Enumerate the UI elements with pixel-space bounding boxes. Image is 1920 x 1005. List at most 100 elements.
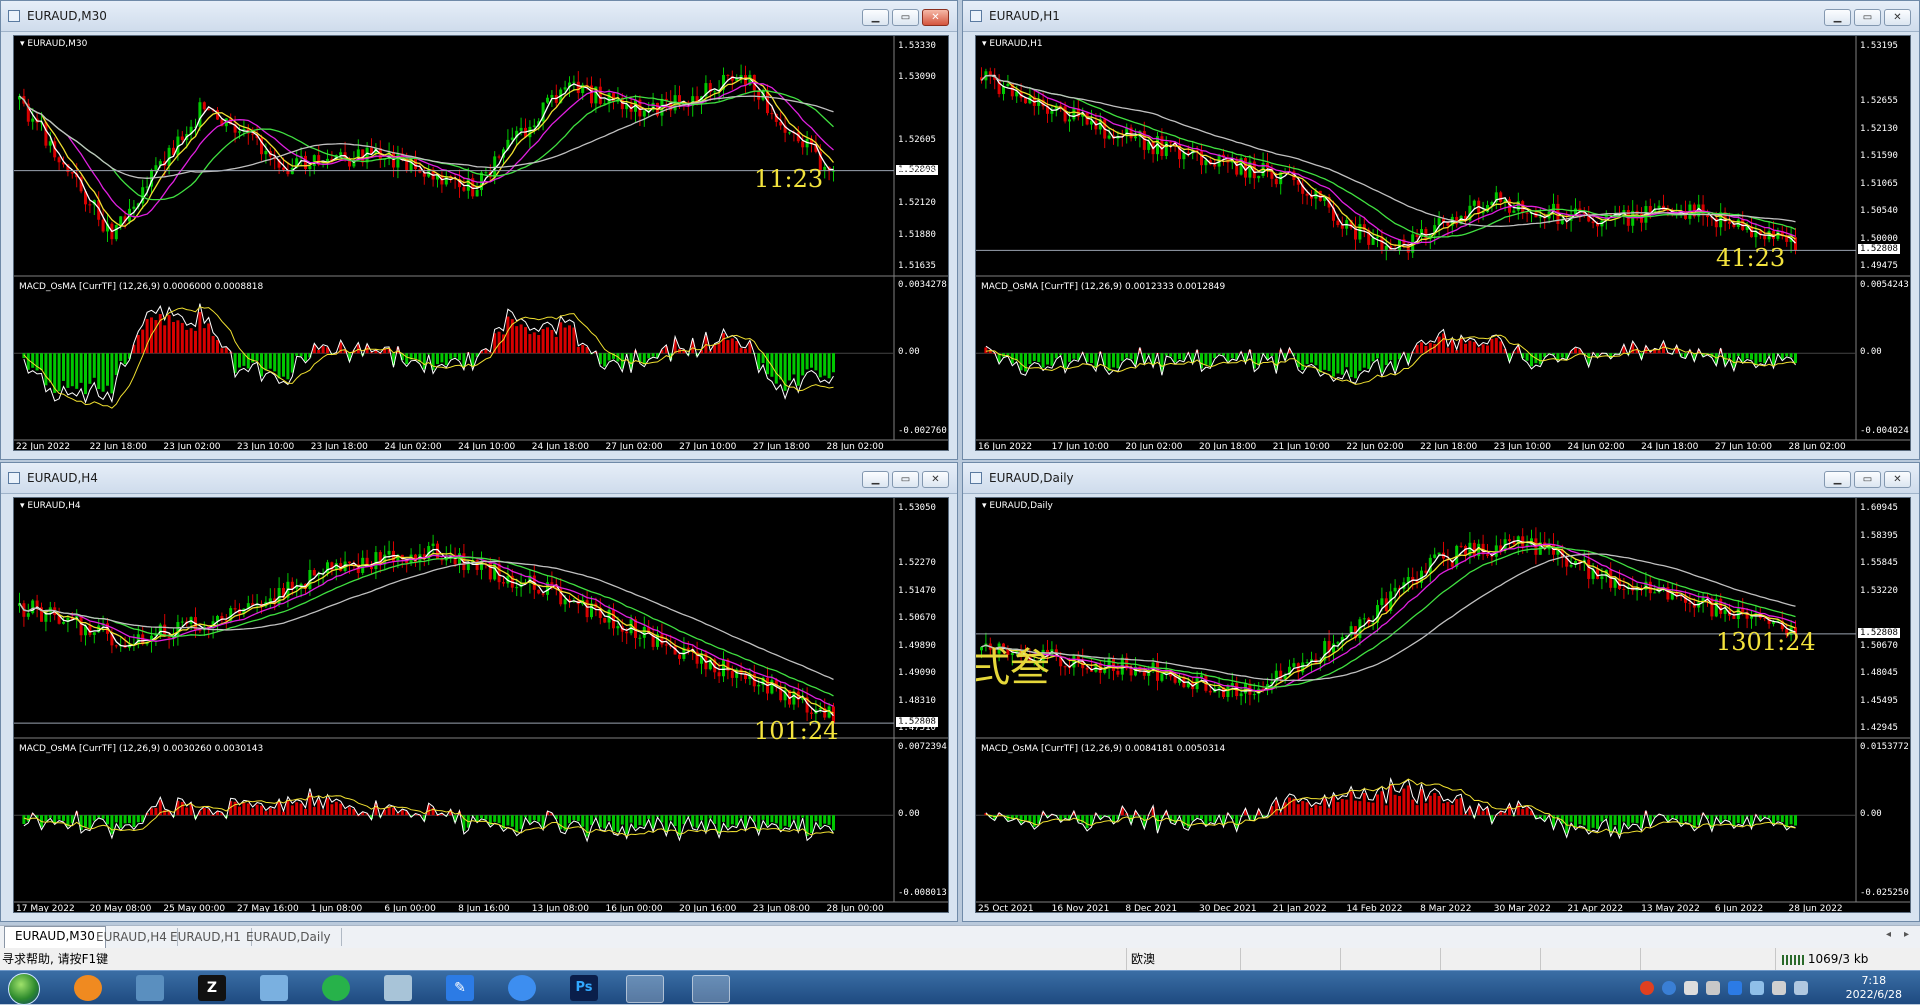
maximize-button[interactable]: ▭ — [1854, 9, 1881, 26]
network-app-icon[interactable] — [136, 975, 164, 1001]
chart-canvas[interactable]: ▾ EURAUD,H1 MACD_OsMA [CurrTF] (12,26,9) … — [975, 35, 1911, 451]
osma-bar — [1305, 353, 1309, 365]
osma-bar — [506, 815, 510, 826]
system-tray: 7:18 2022/6/28 — [1640, 973, 1920, 1003]
candle-body — [180, 136, 184, 140]
chart-window-m30[interactable]: EURAUD,M30 ▁ ▭ ✕ ▾ EURAUD,M30 MACD_OsMA [… — [0, 0, 958, 460]
price-chart-svg[interactable] — [14, 498, 949, 913]
time-axis-label: 21 Apr 2022 — [1567, 904, 1624, 913]
candle-body — [132, 206, 136, 209]
candle-body — [515, 587, 519, 589]
browser-icon[interactable] — [74, 975, 102, 1001]
metatrader-taskbar-icon[interactable] — [626, 975, 664, 1003]
minimize-button[interactable]: ▁ — [1824, 9, 1851, 26]
chart-window-d1[interactable]: EURAUD,Daily ▁ ▭ ✕ ▾ EURAUD,Daily MACD_Os… — [962, 462, 1920, 922]
osma-bar — [317, 349, 321, 354]
z-app-icon[interactable]: Z — [198, 975, 226, 1001]
tab-scroll-right-icon[interactable]: ▸ — [1904, 929, 1909, 940]
price-chart-svg[interactable] — [14, 36, 949, 451]
indicator-tick-label: 0.0153772 — [1860, 742, 1909, 752]
osma-bar — [766, 815, 769, 826]
osma-bar — [1459, 338, 1463, 354]
osma-bar — [1336, 353, 1340, 374]
cloud-app-icon[interactable] — [508, 975, 536, 1001]
candle-body — [1653, 592, 1657, 594]
candle-body — [1723, 610, 1727, 614]
osma-bar — [273, 353, 277, 372]
osma-bar — [106, 815, 109, 825]
window-titlebar[interactable]: EURAUD,H4 ▁ ▭ ✕ — [1, 463, 957, 494]
time-axis-label: 28 Jun 02:00 — [1788, 442, 1846, 451]
chart-window-h1[interactable]: EURAUD,H1 ▁ ▭ ✕ ▾ EURAUD,H1 MACD_OsMA [Cu… — [962, 0, 1920, 460]
symbol-label: ▾ EURAUD,M30 — [20, 39, 87, 49]
osma-bar — [1574, 348, 1577, 354]
chart-app-taskbar-icon[interactable] — [692, 975, 730, 1003]
price-chart-svg[interactable] — [976, 498, 1911, 913]
candle-body — [238, 131, 241, 133]
maximize-button[interactable]: ▭ — [892, 471, 919, 488]
candle-body — [1116, 670, 1120, 675]
osma-bar — [1283, 802, 1287, 816]
notepad-icon[interactable] — [384, 975, 412, 1001]
start-button[interactable] — [8, 973, 40, 1005]
osma-bar — [1758, 353, 1762, 363]
osma-bar — [1129, 353, 1133, 359]
price-tick-label: 1.53195 — [1860, 41, 1898, 51]
price-tick-label: 1.51470 — [898, 585, 936, 596]
osma-bar — [1384, 353, 1388, 366]
tab-scroll-left-icon[interactable]: ◂ — [1886, 929, 1891, 940]
tray-app-icon[interactable] — [1684, 981, 1698, 995]
chart-window-icon — [970, 472, 982, 484]
time-axis-label: 16 Nov 2021 — [1051, 904, 1110, 913]
osma-bar — [1028, 353, 1032, 365]
maximize-button[interactable]: ▭ — [892, 9, 919, 26]
osma-bar — [1750, 353, 1753, 360]
volume-icon[interactable] — [1706, 981, 1720, 995]
osma-bar — [1195, 815, 1199, 818]
help-icon[interactable] — [1662, 981, 1676, 995]
window-titlebar[interactable]: EURAUD,H1 ▁ ▭ ✕ — [963, 1, 1919, 32]
symbol-dropdown-icon[interactable]: ▾ — [982, 39, 987, 49]
symbol-dropdown-icon[interactable]: ▾ — [20, 501, 25, 511]
close-button[interactable]: ✕ — [1884, 471, 1911, 488]
pencil-app-icon[interactable]: ✎ — [446, 975, 474, 1001]
candle-body — [730, 670, 734, 678]
close-button[interactable]: ✕ — [922, 471, 949, 488]
osma-bar — [1688, 815, 1692, 823]
window-titlebar[interactable]: EURAUD,M30 ▁ ▭ ✕ — [1, 1, 957, 32]
osma-bar — [1345, 799, 1349, 816]
speaker-icon[interactable] — [1772, 981, 1786, 995]
sogou-icon[interactable] — [1640, 981, 1654, 995]
tab-euraud-daily[interactable]: EURAUD,Daily — [236, 928, 342, 946]
network-icon[interactable] — [1794, 981, 1808, 995]
osma-bar — [1019, 815, 1023, 824]
maximize-button[interactable]: ▭ — [1854, 471, 1881, 488]
osma-bar — [189, 328, 193, 354]
candle-body — [546, 97, 549, 103]
pencil-tray-icon[interactable] — [1728, 981, 1742, 995]
computer-icon[interactable] — [260, 975, 288, 1001]
shield-icon[interactable] — [1750, 981, 1764, 995]
symbol-dropdown-icon[interactable]: ▾ — [982, 501, 987, 511]
chart-window-icon — [970, 10, 982, 22]
candle-body — [625, 631, 629, 634]
close-button[interactable]: ✕ — [922, 9, 949, 26]
taskbar-clock[interactable]: 7:18 2022/6/28 — [1846, 974, 1902, 1002]
osma-bar — [810, 353, 813, 368]
minimize-button[interactable]: ▁ — [862, 471, 889, 488]
chart-canvas[interactable]: ▾ EURAUD,H4 MACD_OsMA [CurrTF] (12,26,9) … — [13, 497, 949, 913]
close-button[interactable]: ✕ — [1884, 9, 1911, 26]
minimize-button[interactable]: ▁ — [1824, 471, 1851, 488]
photoshop-icon[interactable]: Ps — [570, 975, 598, 1001]
time-axis-label: 17 May 2022 — [16, 904, 75, 913]
chart-window-h4[interactable]: EURAUD,H4 ▁ ▭ ✕ ▾ EURAUD,H4 MACD_OsMA [Cu… — [0, 462, 958, 922]
window-titlebar[interactable]: EURAUD,Daily ▁ ▭ ✕ — [963, 463, 1919, 494]
candle-body — [1186, 152, 1190, 154]
chart-canvas[interactable]: ▾ EURAUD,M30 MACD_OsMA [CurrTF] (12,26,9)… — [13, 35, 949, 451]
chart-canvas[interactable]: ▾ EURAUD,Daily MACD_OsMA [CurrTF] (12,26,… — [975, 497, 1911, 913]
candle-body — [475, 190, 479, 197]
wechat-icon[interactable] — [322, 975, 350, 1001]
minimize-button[interactable]: ▁ — [862, 9, 889, 26]
symbol-dropdown-icon[interactable]: ▾ — [20, 39, 25, 49]
chart-window-icon — [8, 10, 20, 22]
